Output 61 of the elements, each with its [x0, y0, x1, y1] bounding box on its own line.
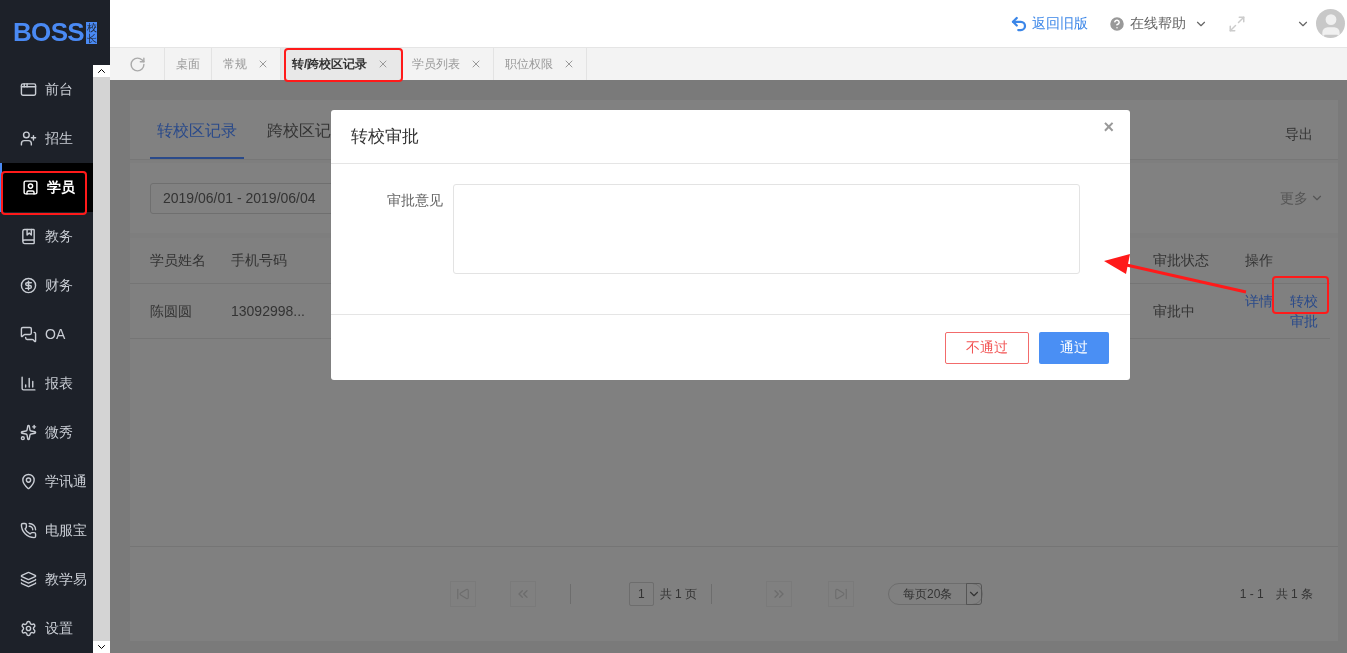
highlight-frame: [1272, 276, 1329, 314]
sidebar-item[interactable]: 教学易: [0, 555, 93, 604]
chat-bubbles-icon: [20, 326, 37, 343]
sidebar-item[interactable]: 微秀: [0, 408, 93, 457]
undo-icon: [1010, 14, 1028, 33]
close-icon[interactable]: [257, 58, 269, 70]
close-button[interactable]: ×: [1103, 114, 1114, 141]
book-icon: [20, 228, 37, 245]
back-link[interactable]: 返回旧版: [1010, 13, 1088, 34]
window-icon: [20, 81, 37, 98]
fullscreen-icon[interactable]: [1228, 14, 1246, 33]
bar-chart-icon: [20, 375, 37, 392]
sidebar-item[interactable]: OA: [0, 310, 93, 359]
action-link[interactable]: 转校审批: [1289, 291, 1330, 331]
sidebar-item[interactable]: 设置: [0, 604, 93, 653]
sidebar-item[interactable]: 财务: [0, 261, 93, 310]
sidebar-item[interactable]: 报表: [0, 359, 93, 408]
sidebar-item[interactable]: 学员: [0, 163, 93, 212]
column-header: 审批状态: [1153, 251, 1210, 270]
scrollbar[interactable]: [93, 65, 110, 653]
table-cell-text: 审批中: [1153, 301, 1196, 321]
layers-icon: [20, 571, 37, 588]
comment-field[interactable]: [453, 184, 1080, 274]
scroll-up-icon[interactable]: [93, 65, 110, 77]
sidebar-item[interactable]: 电服宝: [0, 506, 93, 555]
approve-button[interactable]: 通过: [1039, 331, 1109, 364]
refresh-icon[interactable]: [128, 55, 146, 73]
page-tab[interactable]: 转/跨校区记录: [281, 48, 402, 80]
coin-icon: [20, 277, 37, 294]
record-tab[interactable]: 转校区记录: [150, 119, 244, 159]
page-count: 共 1 页: [659, 586, 698, 603]
sidebar-item[interactable]: 教务: [0, 212, 93, 261]
settings-icon: [20, 620, 37, 637]
sidebar-item[interactable]: 前台: [0, 65, 93, 114]
help-menu[interactable]: 在线帮助: [1108, 13, 1208, 34]
action-link[interactable]: 详情: [1245, 291, 1286, 311]
map-pin-icon: [20, 473, 37, 490]
total-count: 共 1 条: [1275, 586, 1313, 603]
contact-card-icon: [22, 179, 39, 196]
logo-badge: 校长: [86, 21, 98, 44]
logo-text: BOSS: [12, 16, 85, 49]
dropdown-icon: [966, 583, 983, 605]
phone-icon: [20, 522, 37, 539]
export-button[interactable]: 导出: [1285, 124, 1313, 159]
reject-button[interactable]: 不通过: [945, 331, 1029, 364]
sidebar-item[interactable]: 招生: [0, 114, 93, 163]
user-plus-icon: [20, 130, 37, 147]
table-cell-text: 13092998...: [231, 301, 306, 321]
dialog-title: 转校审批: [351, 125, 419, 148]
page-input[interactable]: 1: [629, 582, 654, 606]
sidebar-item[interactable]: 学讯通: [0, 457, 93, 506]
field-label: 审批意见: [387, 191, 443, 210]
sparkles-icon: [20, 424, 37, 441]
avatar[interactable]: [1316, 9, 1345, 38]
range-text: 1 - 1: [1239, 586, 1264, 603]
column-header: 操作: [1245, 251, 1274, 270]
table-cell-text: 陈圆圆: [150, 301, 193, 321]
help-icon: [1108, 14, 1126, 33]
column-header: 学员姓名: [150, 251, 207, 270]
column-header: 手机号码: [231, 251, 288, 270]
scroll-down-icon[interactable]: [93, 641, 110, 653]
